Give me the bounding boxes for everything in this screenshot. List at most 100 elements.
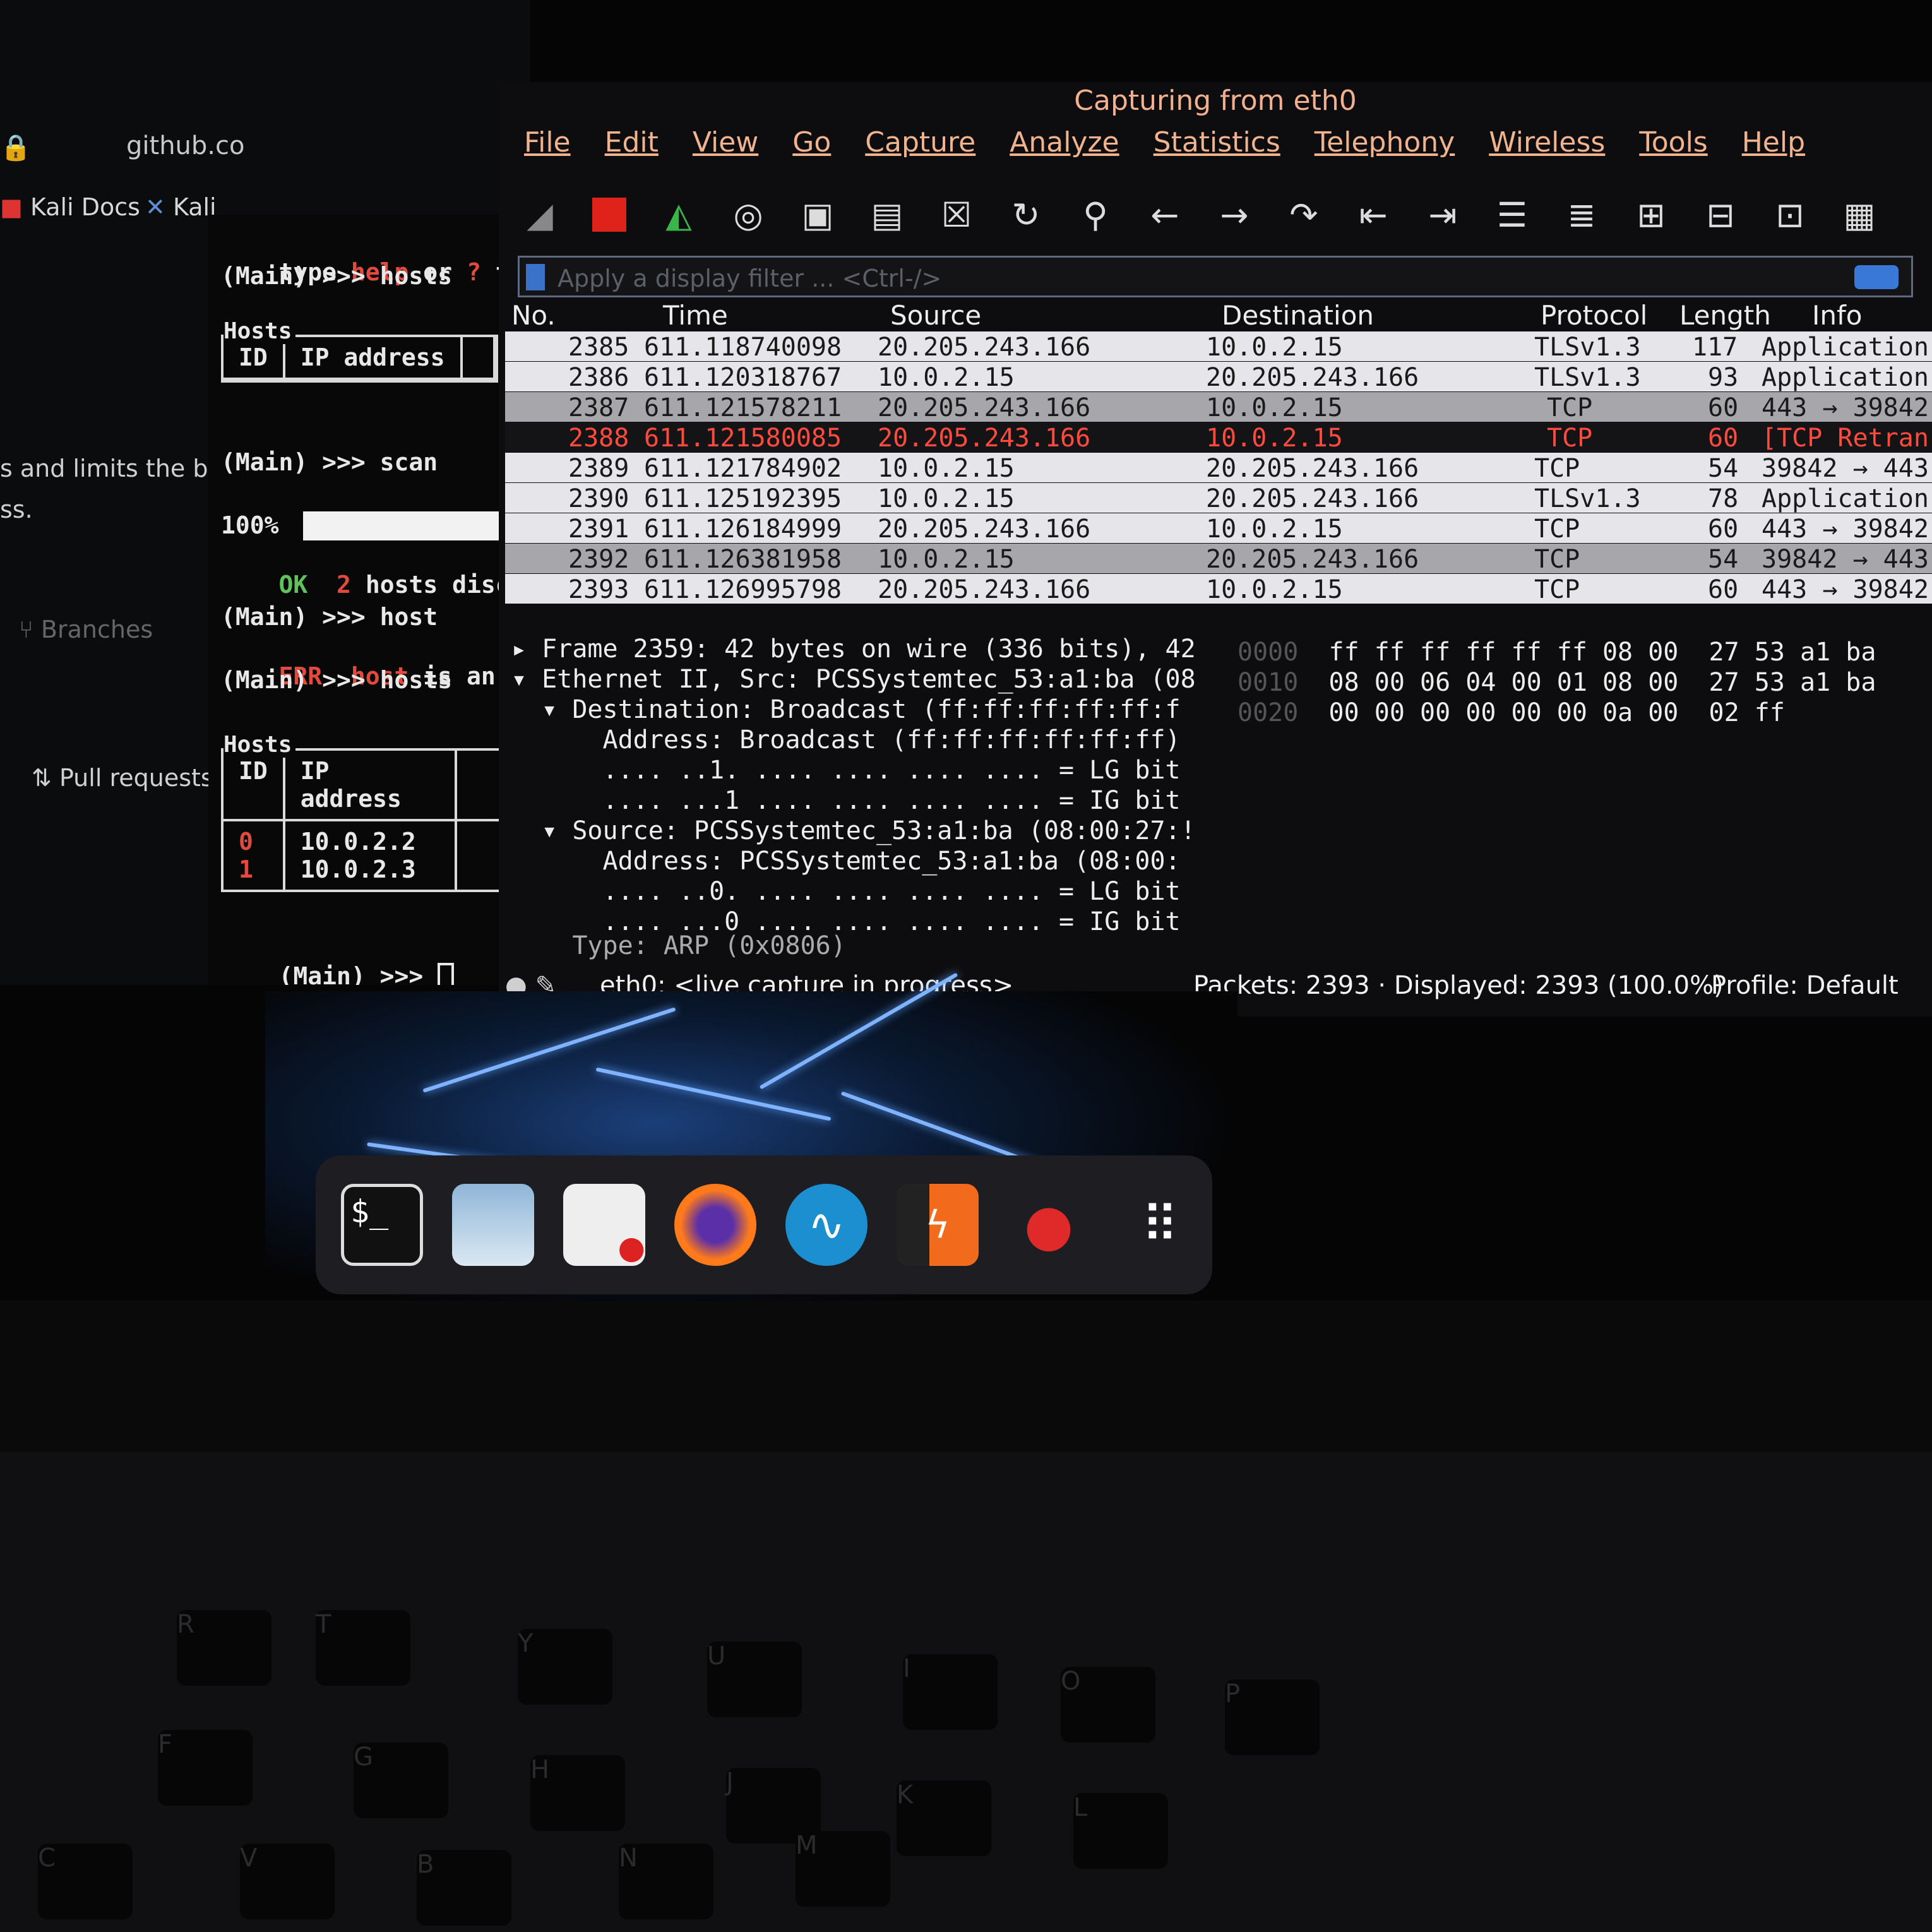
reload-file-icon[interactable]: ↻ xyxy=(1004,193,1048,237)
pull-requests-link[interactable]: ⇅ Pull requests xyxy=(32,764,213,792)
command-line-2: (Main) >>> scan xyxy=(221,448,438,476)
col-ip: IP address xyxy=(283,337,463,380)
cherrytree-app-icon[interactable]: ● xyxy=(1008,1184,1090,1266)
packet-row[interactable]: 2390 611.125192395 10.0.2.15 20.205.243.166… xyxy=(505,483,1932,513)
key: Y xyxy=(518,1629,612,1705)
url-bar[interactable]: 🔒 github.co xyxy=(0,120,530,177)
start-capture-icon[interactable]: ◢ xyxy=(518,193,562,237)
url-text: github.co xyxy=(126,131,245,160)
col-no[interactable]: No. xyxy=(511,300,556,331)
key: V xyxy=(240,1844,335,1919)
menu-capture[interactable]: Capture xyxy=(865,126,975,177)
detail-line[interactable]: .... ..0. .... .... .... .... = LG bit xyxy=(511,877,1180,906)
col-source[interactable]: Source xyxy=(890,300,981,331)
autoscroll-icon[interactable]: ☰ xyxy=(1490,193,1534,237)
detail-line[interactable]: ▾ Destination: Broadcast (ff:ff:ff:ff:ff… xyxy=(511,695,1180,724)
menu-go[interactable]: Go xyxy=(792,126,831,177)
filter-placeholder: Apply a display filter ... <Ctrl-/> xyxy=(558,265,942,292)
restart-capture-icon[interactable]: ◭ xyxy=(657,193,701,237)
detail-line[interactable]: ▾ Ethernet II, Src: PCSSystemtec_53:a1:b… xyxy=(511,665,1196,694)
detail-line[interactable]: .... ...1 .... .... .... .... = IG bit xyxy=(511,786,1180,815)
page-text-fragment-2: ss. xyxy=(0,496,33,523)
prompt-line[interactable]: (Main) >>> xyxy=(221,934,455,985)
key: H xyxy=(530,1755,625,1831)
text-editor-app-icon[interactable]: ● xyxy=(563,1184,645,1266)
open-file-icon[interactable]: ▣ xyxy=(796,193,840,237)
hosts-caption-2: Hosts xyxy=(224,732,296,758)
capture-options-icon[interactable]: ◎ xyxy=(726,193,770,237)
app-grid-icon[interactable]: ⠿ xyxy=(1119,1184,1201,1266)
col-info[interactable]: Info xyxy=(1812,300,1863,331)
menu-edit[interactable]: Edit xyxy=(605,126,659,177)
profile-label[interactable]: Profile: Default xyxy=(1711,971,1899,1000)
packet-row[interactable]: 2387 611.121578211 20.205.243.166 10.0.2.15… xyxy=(505,392,1932,422)
stop-capture-icon[interactable] xyxy=(587,193,631,237)
bookmark-filter-icon[interactable] xyxy=(526,264,545,290)
detail-line[interactable]: .... ..1. .... .... .... .... = LG bit xyxy=(511,756,1180,785)
apply-filter-icon[interactable] xyxy=(1854,265,1899,289)
menu-telephony[interactable]: Telephony xyxy=(1315,126,1455,177)
menu-statistics[interactable]: Statistics xyxy=(1154,126,1280,177)
detail-line[interactable]: ▸ Frame 2359: 42 bytes on wire (336 bits… xyxy=(511,635,1196,664)
files-app-icon[interactable] xyxy=(452,1184,534,1266)
col-destination[interactable]: Destination xyxy=(1222,300,1374,331)
branches-link[interactable]: ⑂ Branches xyxy=(19,616,153,643)
key: M xyxy=(796,1831,890,1907)
firefox-app-icon[interactable] xyxy=(674,1184,756,1266)
host-ip: 10.0.2.2 xyxy=(300,828,416,856)
zoom-in-icon[interactable]: ⊞ xyxy=(1629,193,1673,237)
find-packet-icon[interactable]: ⚲ xyxy=(1073,193,1118,237)
colorize-icon[interactable]: ≣ xyxy=(1559,193,1604,237)
menu-tools[interactable]: Tools xyxy=(1639,126,1707,177)
packet-list: 2385 611.118740098 20.205.243.166 10.0.2.15… xyxy=(505,331,1932,631)
display-filter-input[interactable]: Apply a display filter ... <Ctrl-/> xyxy=(518,256,1913,297)
detail-line[interactable]: ▾ Source: PCSSystemtec_53:a1:ba (08:00:2… xyxy=(511,816,1196,845)
col-time[interactable]: Time xyxy=(663,300,728,331)
detail-line[interactable]: Address: PCSSystemtec_53:a1:ba (08:00: xyxy=(511,847,1180,876)
go-back-icon[interactable]: ← xyxy=(1143,193,1187,237)
packet-row[interactable]: 2391 611.126184999 20.205.243.166 10.0.2.15… xyxy=(505,513,1932,544)
zoom-out-icon[interactable]: ⊟ xyxy=(1698,193,1743,237)
hex-row: 0000 ff ff ff ff ff ff 08 00 27 53 a1 ba xyxy=(1237,638,1876,667)
go-to-packet-icon[interactable]: ↷ xyxy=(1282,193,1326,237)
terminal-window[interactable]: type help or ? to sh (Main) >>> hosts Ho… xyxy=(208,215,505,985)
key: I xyxy=(903,1654,998,1730)
detail-line[interactable]: Address: Broadcast (ff:ff:ff:ff:ff:ff) xyxy=(511,725,1180,754)
packets-count: Packets: 2393 · Displayed: 2393 (100.0%) xyxy=(1193,971,1724,1000)
packet-row-selected[interactable]: 2388 611.121580085 20.205.243.166 10.0.2.15… xyxy=(505,422,1932,453)
terminal-app-icon[interactable]: $_ xyxy=(341,1184,423,1266)
packet-row[interactable]: 2392 611.126381958 10.0.2.15 20.205.243.166… xyxy=(505,544,1932,574)
col-id-2: ID xyxy=(224,751,285,821)
last-packet-icon[interactable]: ⇥ xyxy=(1421,193,1465,237)
bookmark-kali-docs[interactable]: ■ Kali Docs xyxy=(0,193,140,221)
hosts-table-empty: Hosts ID IP address xyxy=(221,318,498,383)
wireshark-app-icon[interactable]: ∿ xyxy=(785,1184,868,1266)
menu-file[interactable]: File xyxy=(524,126,571,177)
menu-wireless[interactable]: Wireless xyxy=(1489,126,1605,177)
menu-analyze[interactable]: Analyze xyxy=(1010,126,1119,177)
bookmark-kali[interactable]: ✕ Kali xyxy=(145,193,217,221)
go-forward-icon[interactable]: → xyxy=(1212,193,1256,237)
close-file-icon[interactable]: ☒ xyxy=(934,193,979,237)
packet-row[interactable]: 2393 611.126995798 20.205.243.166 10.0.2.15… xyxy=(505,574,1932,604)
table-row: 01 10.0.2.2 10.0.2.3 xyxy=(224,820,503,890)
host-id: 0 xyxy=(239,828,253,856)
key: O xyxy=(1061,1667,1155,1743)
host-id: 1 xyxy=(239,856,253,883)
resize-columns-icon[interactable]: ▦ xyxy=(1837,193,1881,237)
dock: $_ ● ∿ ϟ ● ⠿ xyxy=(316,1155,1212,1294)
packet-row[interactable]: 2386 611.120318767 10.0.2.15 20.205.243.166… xyxy=(505,362,1932,392)
packet-bytes-pane[interactable]: 0000 ff ff ff ff ff ff 08 00 27 53 a1 ba… xyxy=(1231,638,1932,827)
menu-help[interactable]: Help xyxy=(1742,126,1805,177)
col-protocol[interactable]: Protocol xyxy=(1541,300,1647,331)
save-file-icon[interactable]: ▤ xyxy=(865,193,909,237)
col-length[interactable]: Length xyxy=(1679,300,1771,331)
first-packet-icon[interactable]: ⇤ xyxy=(1351,193,1395,237)
key: T xyxy=(316,1610,410,1686)
normal-size-icon[interactable]: ⊡ xyxy=(1768,193,1812,237)
menu-view[interactable]: View xyxy=(693,126,758,177)
packet-row[interactable]: 2389 611.121784902 10.0.2.15 20.205.243.166… xyxy=(505,453,1932,483)
burpsuite-app-icon[interactable]: ϟ xyxy=(897,1184,979,1266)
packet-row[interactable]: 2385 611.118740098 20.205.243.166 10.0.2.15… xyxy=(505,331,1932,362)
pull-request-icon: ⇅ xyxy=(32,764,52,792)
